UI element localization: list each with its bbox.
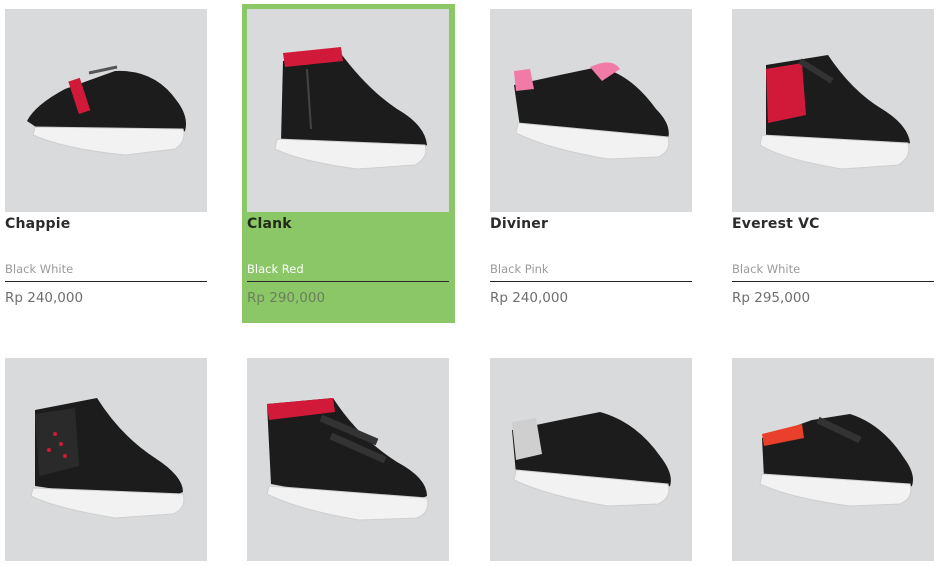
product-name[interactable]: Everest VC [732,216,934,232]
product-image[interactable] [247,9,449,212]
product-image[interactable] [247,358,449,561]
product-card[interactable] [247,358,449,566]
product-price: Rp 240,000 [5,290,84,306]
product-name[interactable]: Clank [247,216,449,232]
product-variant: Black White [5,262,74,276]
product-variant: Black Pink [490,262,549,276]
product-card-clank[interactable]: Clank Black Red Rp 290,000 [242,4,455,323]
product-card[interactable] [490,358,692,566]
product-card[interactable] [732,358,934,566]
divider [247,281,449,282]
product-card-diviner[interactable]: Diviner Black Pink Rp 240,000 [490,9,692,319]
product-name[interactable]: Diviner [490,216,692,232]
product-image[interactable] [490,9,692,212]
product-image[interactable] [5,9,207,212]
product-card-chappie[interactable]: Chappie Black White Rp 240,000 [5,9,207,319]
divider [490,281,692,282]
shoe-high-icon [266,398,429,521]
product-image[interactable] [732,9,934,212]
shoe-low-icon [514,62,670,160]
shoe-high-icon [30,398,185,519]
shoe-high-icon [274,47,427,170]
divider [732,281,934,282]
product-price: Rp 295,000 [732,290,811,306]
product-price: Rp 240,000 [490,290,569,306]
shoe-low-icon [27,65,186,156]
product-image[interactable] [490,358,692,561]
product-name[interactable]: Chappie [5,216,207,232]
product-image[interactable] [732,358,934,561]
product-image[interactable] [5,358,207,561]
shoe-low-icon [759,414,913,507]
product-card[interactable] [5,358,207,566]
divider [5,281,207,282]
product-price: Rp 290,000 [247,290,326,306]
product-variant: Black White [732,262,801,276]
product-card-everest-vc[interactable]: Everest VC Black White Rp 295,000 [732,9,934,319]
shoe-low-icon [512,412,671,507]
shoe-high-icon [759,55,910,170]
product-variant: Black Red [247,262,304,276]
